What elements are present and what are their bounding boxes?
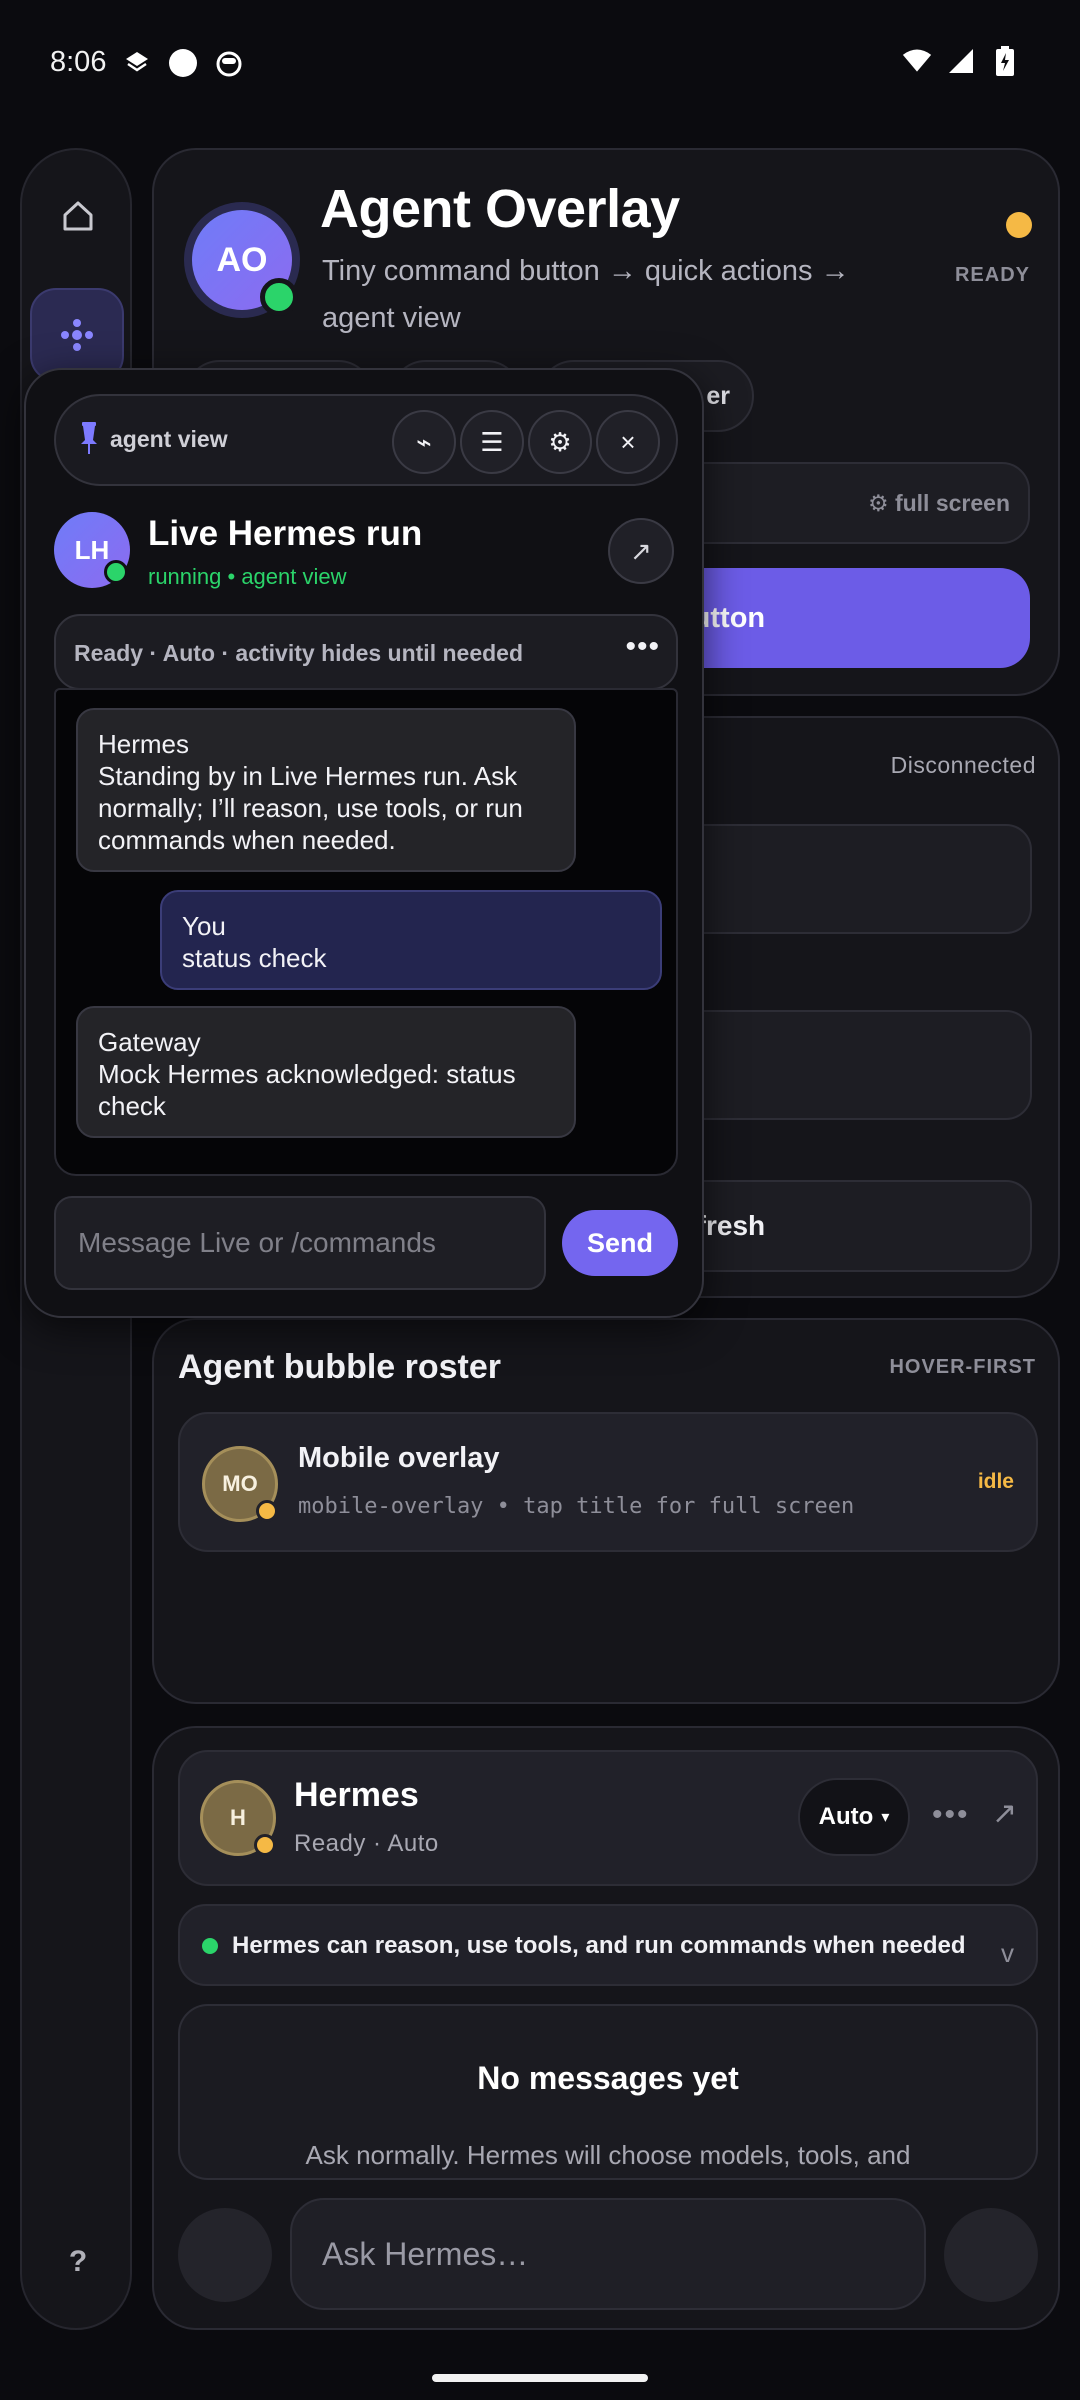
roster-title: Agent bubble roster xyxy=(178,1348,502,1386)
roster-card: Agent bubble roster HOVER-FIRST MO Mobil… xyxy=(152,1318,1060,1704)
online-indicator xyxy=(260,278,298,316)
online-indicator xyxy=(202,1938,218,1954)
online-indicator xyxy=(104,560,128,584)
ask-input[interactable]: Ask Hermes… xyxy=(290,2198,926,2310)
message-sender: Hermes xyxy=(98,729,190,759)
more-icon[interactable]: ••• xyxy=(625,630,660,664)
cat-face-icon xyxy=(214,48,244,78)
circle-icon xyxy=(168,48,198,78)
activity-icon[interactable]: ⌁ xyxy=(392,410,456,474)
expand-icon[interactable]: ↗ xyxy=(992,1796,1017,1831)
overlay-status-row: Ready · Auto · activity hides until need… xyxy=(54,614,678,690)
status-dot xyxy=(1006,212,1032,238)
empty-state: No messages yet Ask normally. Hermes wil… xyxy=(178,2004,1038,2180)
more-icon[interactable]: ••• xyxy=(932,1798,970,1832)
full-screen-link[interactable]: ⚙ full screen xyxy=(868,490,1010,517)
agent-view-overlay: agent view ⌁ ☰ ⚙ × LH Live Hermes run ru… xyxy=(24,368,704,1318)
empty-title: No messages yet xyxy=(477,2060,739,2096)
roster-item-title[interactable]: Mobile overlay xyxy=(298,1442,499,1475)
chevron-down-icon[interactable]: v xyxy=(1001,1938,1014,1969)
run-subtitle: running • agent view xyxy=(148,564,347,589)
overlay-status-text: Ready · Auto · activity hides until need… xyxy=(74,640,523,666)
message-sender: Gateway xyxy=(98,1027,201,1057)
chip-3-label: er xyxy=(706,381,730,410)
message-hermes: Hermes Standing by in Live Hermes run. A… xyxy=(76,708,576,872)
pin-icon xyxy=(78,422,104,458)
roster-item-subtitle: mobile-overlay • tap title for full scre… xyxy=(298,1494,855,1519)
idle-indicator xyxy=(254,1834,276,1856)
message-text: Mock Hermes acknowledged: status check xyxy=(98,1059,516,1121)
help-icon[interactable]: ? xyxy=(56,2240,100,2284)
capability-row[interactable]: Hermes can reason, use tools, and run co… xyxy=(178,1904,1038,1986)
send-button[interactable]: Send xyxy=(562,1210,678,1276)
menu-icon[interactable]: ☰ xyxy=(460,410,524,474)
chevron-down-icon: ▾ xyxy=(881,1809,890,1826)
message-gateway: Gateway Mock Hermes acknowledged: status… xyxy=(76,1006,576,1138)
message-sender: You xyxy=(182,911,226,941)
expand-icon[interactable]: ↗ xyxy=(608,518,674,584)
wifi-icon xyxy=(902,46,932,76)
close-icon[interactable]: × xyxy=(596,410,660,474)
mode-select[interactable]: Auto ▾ xyxy=(798,1778,910,1856)
message-you: You status check xyxy=(160,890,662,990)
send-button[interactable] xyxy=(944,2208,1038,2302)
status-badge: READY xyxy=(954,264,1030,286)
overlay-toolbar: agent view ⌁ ☰ ⚙ × xyxy=(54,394,678,486)
hermes-subtitle: Ready · Auto xyxy=(294,1830,439,1857)
roster-item[interactable]: MO Mobile overlay mobile-overlay • tap t… xyxy=(178,1412,1038,1552)
overlay-toolbar-label: agent view xyxy=(110,426,228,452)
message-text: status check xyxy=(182,943,327,973)
message-text: Standing by in Live Hermes run. Ask norm… xyxy=(98,761,523,855)
chat-log: Hermes Standing by in Live Hermes run. A… xyxy=(54,688,678,1176)
hermes-title: Hermes xyxy=(294,1776,419,1814)
run-title: Live Hermes run xyxy=(148,514,423,553)
empty-subtitle: Ask normally. Hermes will choose models,… xyxy=(305,2140,911,2170)
hermes-card: H Hermes Ready · Auto Auto ▾ ••• ↗ Herme… xyxy=(152,1726,1060,2330)
status-bar: 8:06 xyxy=(0,0,1080,130)
layers-icon xyxy=(122,48,152,78)
status-time: 8:06 xyxy=(50,46,107,78)
hermes-header: H Hermes Ready · Auto Auto ▾ ••• ↗ xyxy=(178,1750,1038,1886)
page-title: Agent Overlay xyxy=(320,179,680,239)
signal-icon xyxy=(946,46,976,76)
status-badge: idle xyxy=(977,1470,1014,1493)
home-icon[interactable] xyxy=(56,194,100,238)
connection-status: Disconnected xyxy=(890,752,1036,778)
page-subtitle: Tiny command button → quick actions → ag… xyxy=(322,255,850,334)
attach-button[interactable] xyxy=(178,2208,272,2302)
roster-tag: HOVER-FIRST xyxy=(889,1356,1036,1378)
message-input[interactable]: Message Live or /commands xyxy=(54,1196,546,1290)
gear-icon[interactable]: ⚙ xyxy=(528,410,592,474)
battery-charging-icon xyxy=(990,46,1020,76)
capability-text: Hermes can reason, use tools, and run co… xyxy=(232,1932,966,1959)
home-indicator[interactable] xyxy=(432,2374,648,2382)
idle-indicator xyxy=(256,1500,278,1522)
mode-label: Auto xyxy=(818,1803,874,1830)
